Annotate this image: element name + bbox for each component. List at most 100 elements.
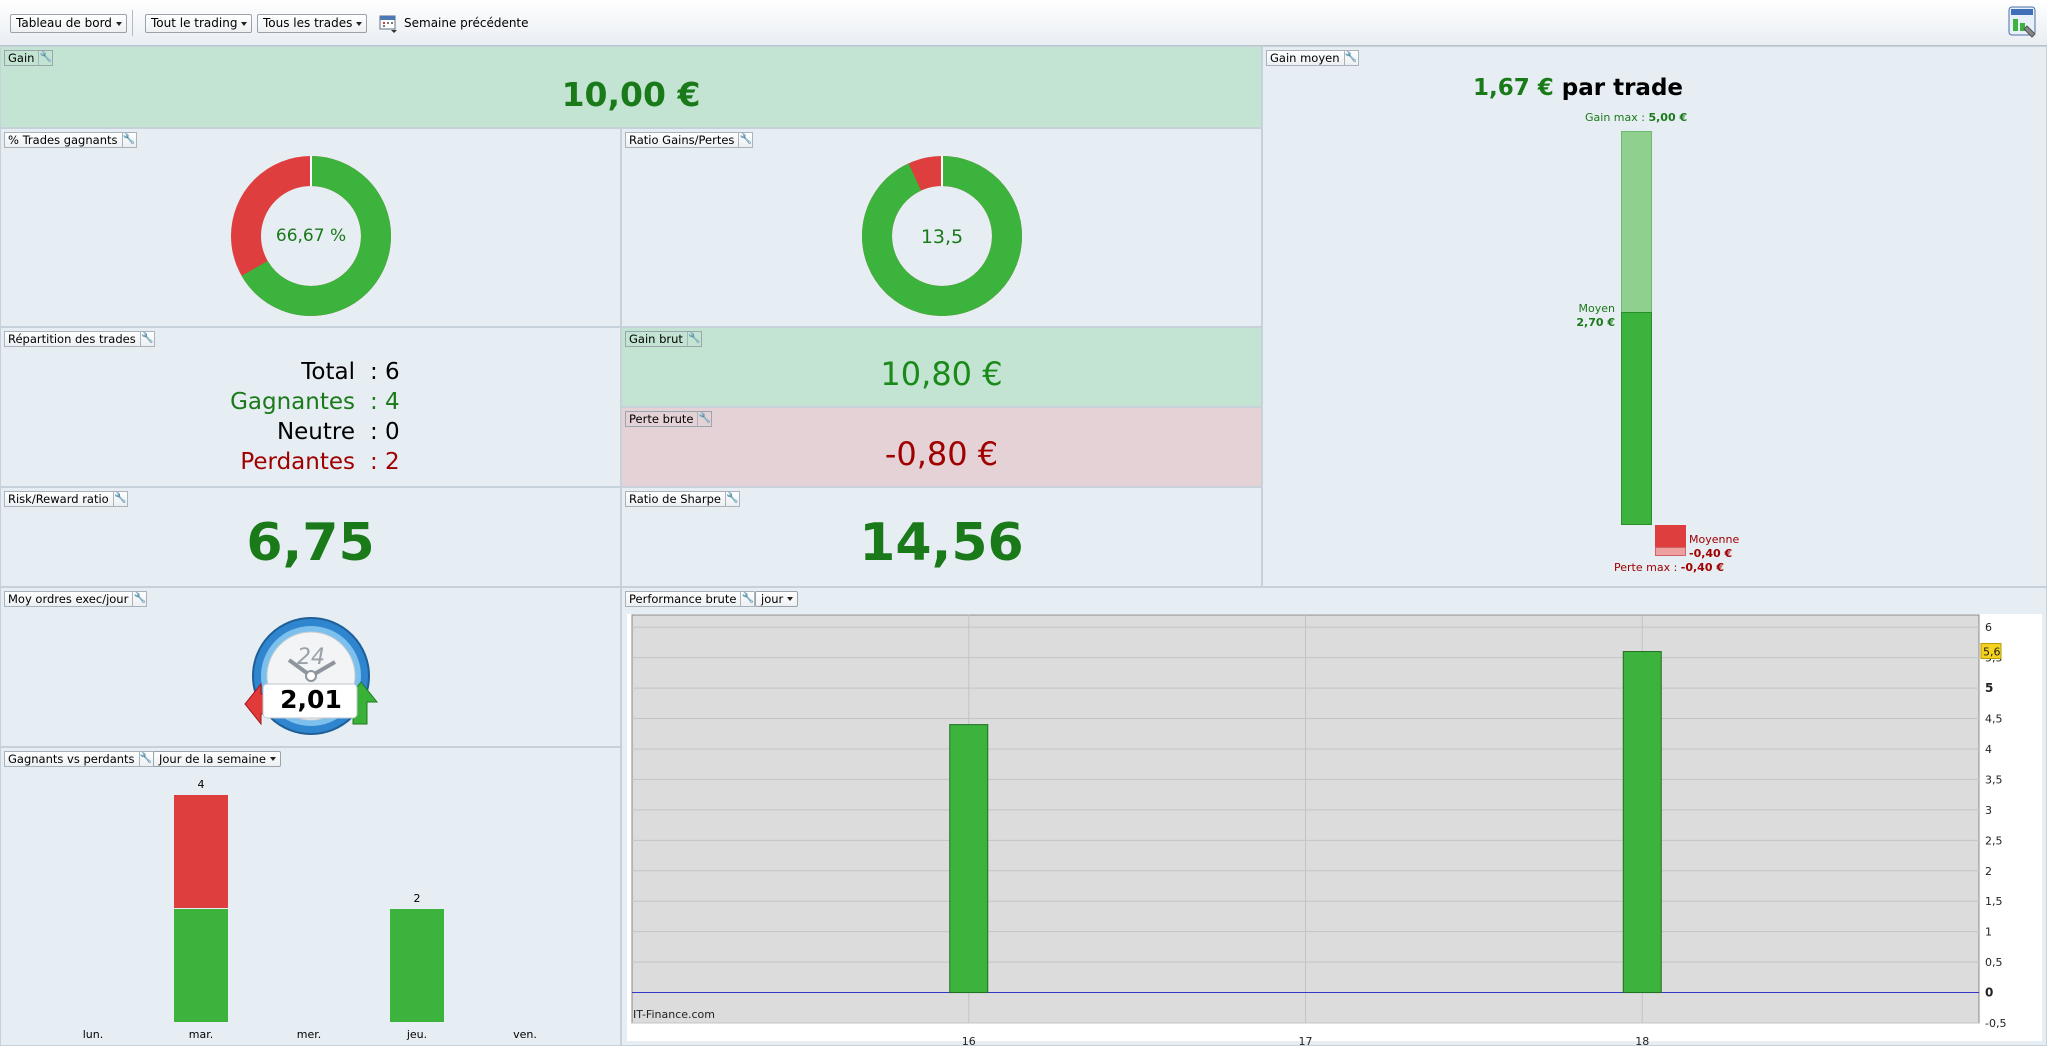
y-tick-label: 3 <box>1985 804 1992 817</box>
risk-reward-panel-title[interactable]: Risk/Reward ratio 🔧 <box>4 491 128 507</box>
neutre-label: Neutre <box>276 419 355 445</box>
perte-max-label: Perte max : <box>1614 561 1678 574</box>
wrench-icon[interactable]: 🔧 <box>738 133 752 147</box>
toolbar-divider <box>132 10 133 36</box>
weekday-total-label: 2 <box>413 892 421 905</box>
y-tick-label: -0,5 <box>1985 1017 2006 1030</box>
period-label: Semaine précédente <box>404 16 529 30</box>
moyenne-label: Moyenne <box>1689 533 1740 546</box>
gain-brut-panel-title[interactable]: Gain brut 🔧 <box>625 331 702 347</box>
total-label: Total <box>301 359 355 385</box>
y-tick-label: 2,5 <box>1985 834 2003 847</box>
perte-brute-panel: Perte brute 🔧 -0,80 € <box>621 407 1262 487</box>
gagnants-perdants-chart: lun. mar. 4 mer. jeu. 2 ven. <box>1 748 620 1045</box>
repartition-title-label: Répartition des trades <box>8 332 136 346</box>
weekday-bar-segment <box>174 795 228 908</box>
x-tick-label: 17 <box>1299 1035 1313 1046</box>
performance-chart: 65,554,543,532,521,510,50-0,51617185,6 <box>631 614 2006 1046</box>
itfinance-watermark: IT-Finance.com <box>633 1008 715 1021</box>
repartition-row-perdantes: Perdantes : 2 <box>1 447 620 477</box>
neutre-value: : 0 <box>370 419 400 445</box>
perte-max-value: -0,40 € <box>1680 561 1724 574</box>
wrench-icon[interactable]: 🔧 <box>724 492 739 506</box>
wrench-icon[interactable]: 🔧 <box>139 332 154 346</box>
y-tick-label: 2 <box>1985 865 1992 878</box>
repartition-list: Total : 6 Gagnantes : 4 Neutre : 0 Perda… <box>1 357 620 477</box>
ordres-panel: Moy ordres exec/jour 🔧 24 2,01 <box>0 587 621 747</box>
gain-moyen-bar <box>1621 312 1652 525</box>
repartition-panel: Répartition des trades 🔧 Total : 6 Gagna… <box>0 327 621 487</box>
y-tick-label: 0,5 <box>1985 956 2003 969</box>
moyen-label: Moyen <box>1578 302 1615 316</box>
win-pct-value: 66,67 % <box>275 226 347 246</box>
highlight-label: 5,6 <box>1983 646 2001 659</box>
ratio-gp-panel-title[interactable]: Ratio Gains/Pertes 🔧 <box>625 132 754 148</box>
weekday-tick-label: ven. <box>513 1028 537 1041</box>
weekday-bar-segment <box>390 909 444 1022</box>
dashboard-settings-icon[interactable] <box>2008 6 2038 40</box>
trading-select[interactable]: Tout le trading <box>145 14 253 33</box>
win-pct-panel-title[interactable]: % Trades gagnants 🔧 <box>4 132 137 148</box>
weekday-tick-label: mar. <box>188 1028 214 1041</box>
y-tick-label: 4 <box>1985 743 1992 756</box>
toolbar: Tableau de bord Tout le trading Tous les… <box>0 0 2047 46</box>
gain-moyen-panel-title[interactable]: Gain moyen 🔧 <box>1266 50 1359 66</box>
gagnants-perdants-panel: Gagnants vs perdants 🔧 Jour de la semain… <box>0 747 621 1046</box>
wrench-icon[interactable]: 🔧 <box>686 332 701 346</box>
gain-max-value: 5,00 € <box>1648 111 1688 124</box>
repartition-panel-title[interactable]: Répartition des trades 🔧 <box>4 331 155 347</box>
y-tick-label: 5 <box>1985 681 1993 695</box>
perte-brute-title-label: Perte brute <box>629 412 694 426</box>
trading-select-label: Tout le trading <box>151 16 238 30</box>
gain-brut-panel: Gain brut 🔧 10,80 € <box>621 327 1262 407</box>
calendar-icon <box>379 15 397 33</box>
wrench-icon[interactable]: 🔧 <box>697 412 711 426</box>
performance-panel: Performance brute 🔧 jour 65,554,543,532,… <box>621 587 2047 1046</box>
perte-brute-value: -0,80 € <box>884 435 999 473</box>
gain-brut-value: 10,80 € <box>880 355 1003 393</box>
ordres-title-label: Moy ordres exec/jour <box>8 592 129 606</box>
wrench-icon[interactable]: 🔧 <box>132 592 146 606</box>
gain-moyen-title-label: Gain moyen <box>1270 51 1340 65</box>
sharpe-panel-title[interactable]: Ratio de Sharpe 🔧 <box>625 491 740 507</box>
dashboard-select-label: Tableau de bord <box>16 16 112 30</box>
chevron-down-icon <box>241 22 248 26</box>
wrench-icon[interactable]: 🔧 <box>1343 51 1358 65</box>
x-tick-label: 16 <box>962 1035 976 1046</box>
wrench-icon[interactable]: 🔧 <box>112 492 127 506</box>
gain-moyen-headline: 1,67 € par trade <box>1263 75 1893 101</box>
weekday-tick-label: mer. <box>296 1028 322 1041</box>
y-tick-label: 1,5 <box>1985 895 2003 908</box>
perte-brute-panel-title[interactable]: Perte brute 🔧 <box>625 411 713 427</box>
wrench-icon[interactable]: 🔧 <box>121 133 136 147</box>
y-tick-label: 0 <box>1985 986 1993 1000</box>
dashboard-select[interactable]: Tableau de bord <box>10 14 127 33</box>
gagnantes-value: : 4 <box>370 389 400 415</box>
trades-select-label: Tous les trades <box>263 16 353 30</box>
y-tick-label: 4,5 <box>1985 713 2003 726</box>
ordres-panel-title[interactable]: Moy ordres exec/jour 🔧 <box>4 591 148 607</box>
ratio-gp-panel: Ratio Gains/Pertes 🔧 13,5 <box>621 128 1262 327</box>
y-tick-label: 6 <box>1985 621 1992 634</box>
wrench-icon[interactable]: 🔧 <box>38 51 52 65</box>
trades-select[interactable]: Tous les trades <box>257 14 368 33</box>
performance-bar <box>1622 651 1662 994</box>
sharpe-panel: Ratio de Sharpe 🔧 14,56 <box>621 487 1262 587</box>
moyen-caption: Moyen 2,70 € <box>1575 302 1615 330</box>
clock-24-text: 24 <box>297 645 325 670</box>
loss-gauge <box>1655 525 1686 556</box>
gain-panel-title[interactable]: Gain 🔧 <box>4 50 54 66</box>
gain-moyen-panel: Gain moyen 🔧 1,67 € par trade Gain max :… <box>1262 46 2047 587</box>
repartition-row-total: Total : 6 <box>1 357 620 387</box>
chevron-down-icon <box>356 22 363 26</box>
gain-value: 10,00 € <box>561 75 701 114</box>
ratio-gp-value: 13,5 <box>920 226 964 248</box>
gain-brut-title-label: Gain brut <box>629 332 683 346</box>
total-value: : 6 <box>370 359 400 385</box>
moyenne-caption: Moyenne -0,40 € <box>1689 533 1739 561</box>
gain-moyen-suffix: par trade <box>1561 75 1684 101</box>
perdantes-value: : 2 <box>370 449 400 475</box>
risk-reward-panel: Risk/Reward ratio 🔧 6,75 <box>0 487 621 587</box>
risk-reward-value: 6,75 <box>246 513 375 573</box>
moyen-value: 2,70 € <box>1576 316 1615 330</box>
